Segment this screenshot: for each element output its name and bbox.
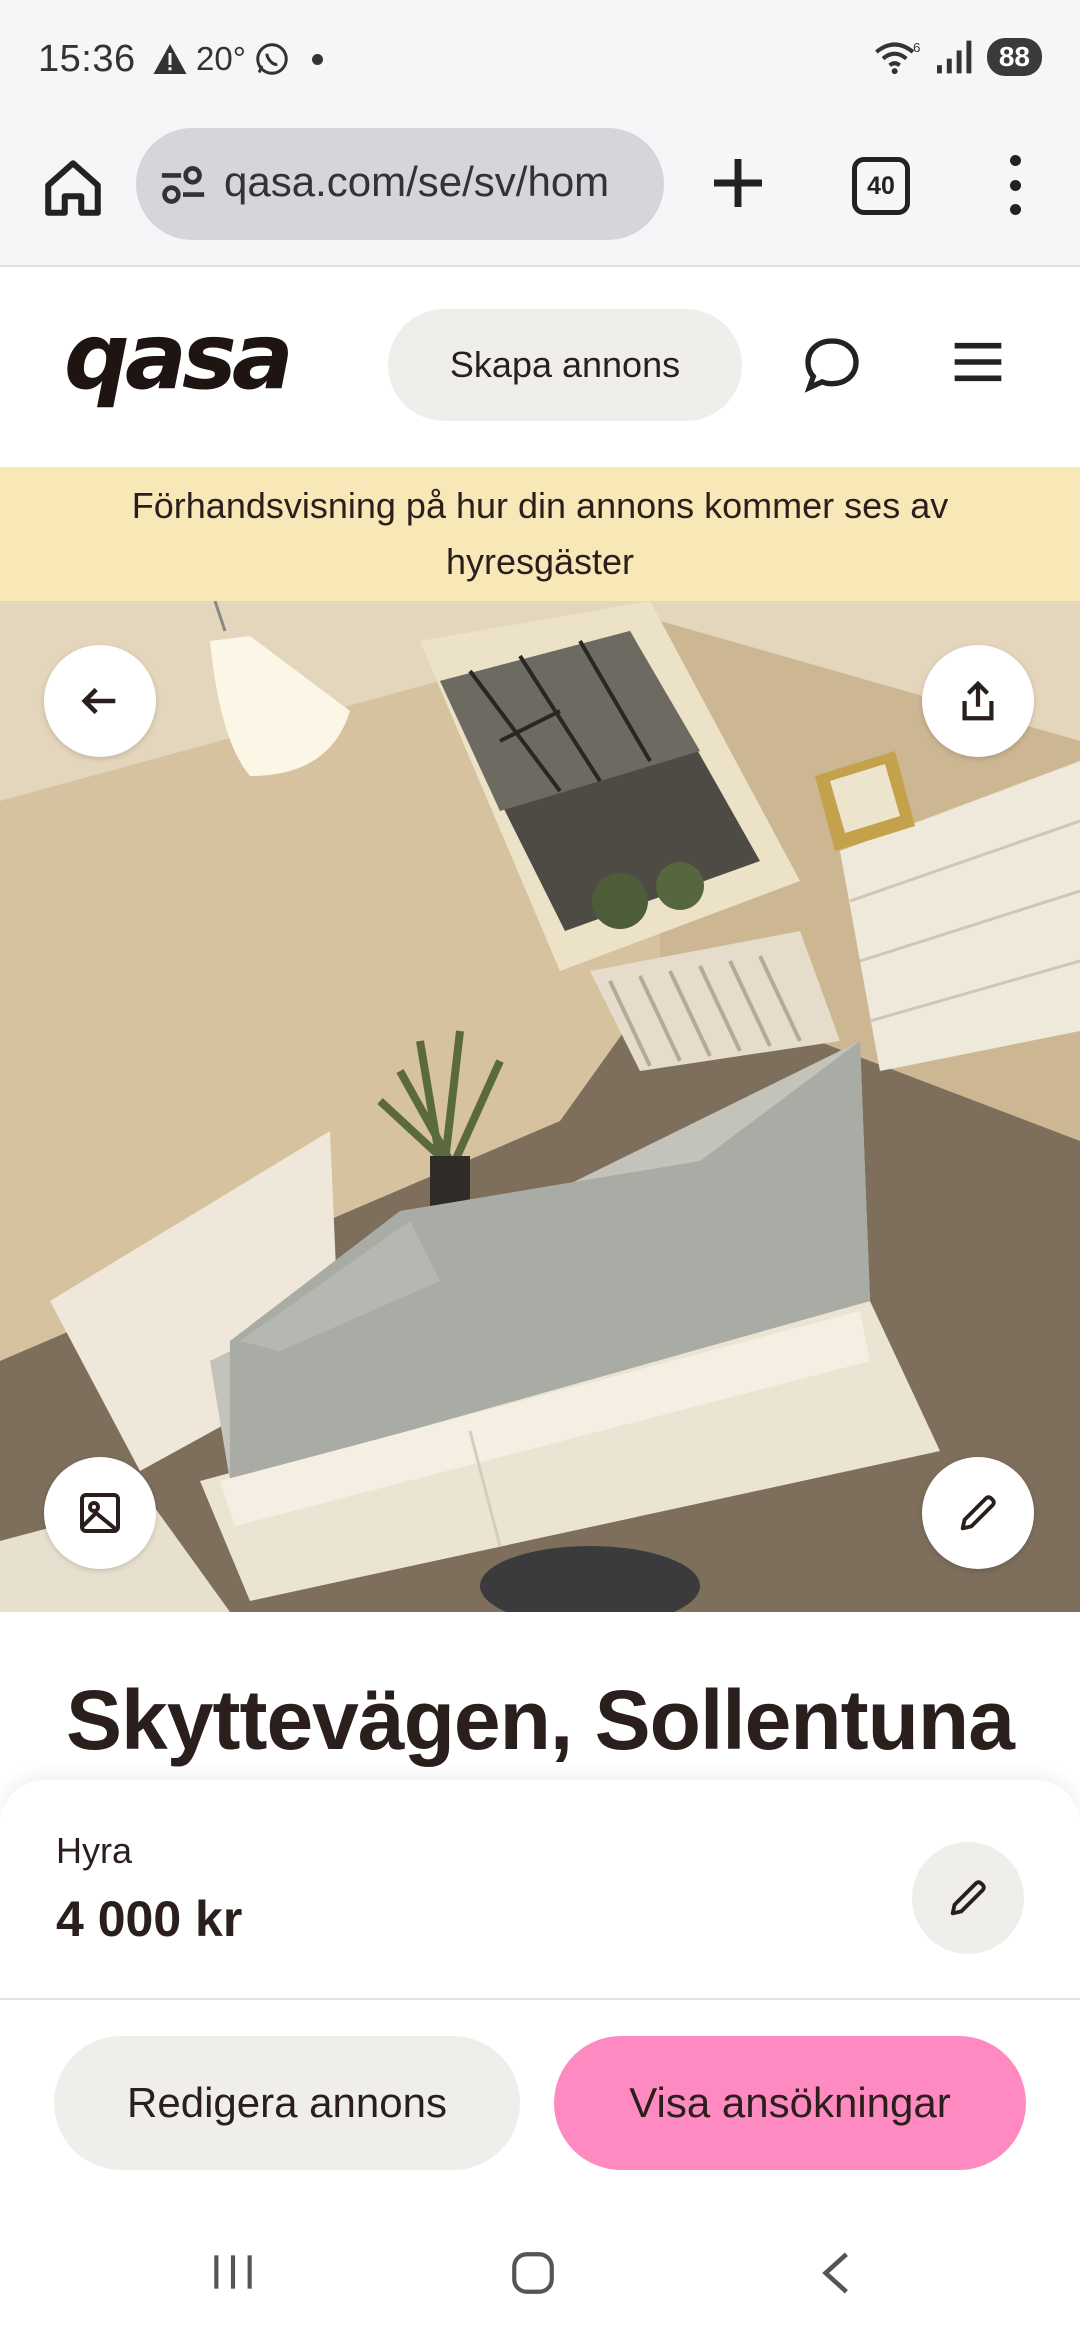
home-icon[interactable] [40, 155, 106, 221]
gallery-button[interactable] [44, 1457, 156, 1569]
share-icon [962, 680, 994, 721]
edit-rent-button[interactable] [912, 1842, 1024, 1954]
status-time: 15:36 [38, 38, 136, 80]
qasa-logo[interactable]: qasa [64, 311, 294, 403]
network-type-label: 6 [913, 40, 920, 55]
edit-listing-button[interactable]: Redigera annons [54, 2036, 520, 2170]
signal-icon [936, 40, 972, 74]
pencil-icon [960, 1495, 996, 1531]
listing-title: Skyttevägen, Sollentuna [66, 1673, 1015, 1767]
edit-photos-button[interactable] [922, 1457, 1034, 1569]
whatsapp-icon [256, 43, 288, 75]
battery-indicator: 88 [986, 38, 1042, 76]
rent-value: 4 000 kr [56, 1891, 243, 1947]
status-dot [311, 53, 323, 65]
listing-photo[interactable] [0, 601, 1080, 1612]
url-bar[interactable]: qasa.com/se/sv/hom [136, 128, 664, 240]
more-options-icon[interactable] [1000, 155, 1030, 215]
bottom-sheet: Hyra 4 000 kr Redigera annons Visa ansök… [0, 1780, 1080, 2200]
home-button-icon[interactable] [508, 2248, 558, 2298]
status-temperature: 20° [196, 40, 246, 77]
new-tab-icon[interactable] [706, 151, 770, 215]
back-button[interactable] [44, 645, 156, 757]
divider [0, 1998, 1080, 2000]
show-applications-button[interactable]: Visa ansökningar [554, 2036, 1026, 2170]
preview-banner-text: Förhandsvisning på hur din annons kommer… [131, 485, 949, 582]
hamburger-menu-icon[interactable] [950, 337, 1006, 387]
bedroom-photo [0, 601, 1080, 1612]
browser-toolbar: qasa.com/se/sv/hom 40 [0, 125, 1080, 267]
url-text[interactable]: qasa.com/se/sv/hom [224, 158, 654, 206]
site-settings-icon[interactable] [158, 162, 208, 208]
site-header: qasa Skapa annons [0, 267, 1080, 467]
status-notifications: 20° [152, 40, 323, 78]
arrow-left-icon [81, 687, 116, 715]
wifi-icon: 6 [874, 40, 920, 75]
status-bar: 15:36 20° 6 88 [0, 0, 1080, 125]
rent-label: Hyra [56, 1830, 133, 1871]
status-right: 6 88 [873, 38, 1042, 76]
image-icon [80, 1493, 120, 1533]
system-navigation-bar [0, 2200, 1080, 2340]
back-nav-icon[interactable] [814, 2248, 858, 2298]
tab-switcher-button[interactable]: 40 [852, 157, 910, 215]
warning-icon [153, 44, 187, 74]
recent-apps-icon[interactable] [208, 2250, 258, 2294]
preview-banner: Förhandsvisning på hur din annons kommer… [0, 467, 1080, 601]
pencil-icon [950, 1880, 986, 1916]
share-button[interactable] [922, 645, 1034, 757]
chat-icon[interactable] [800, 333, 864, 397]
create-listing-button[interactable]: Skapa annons [388, 309, 742, 421]
